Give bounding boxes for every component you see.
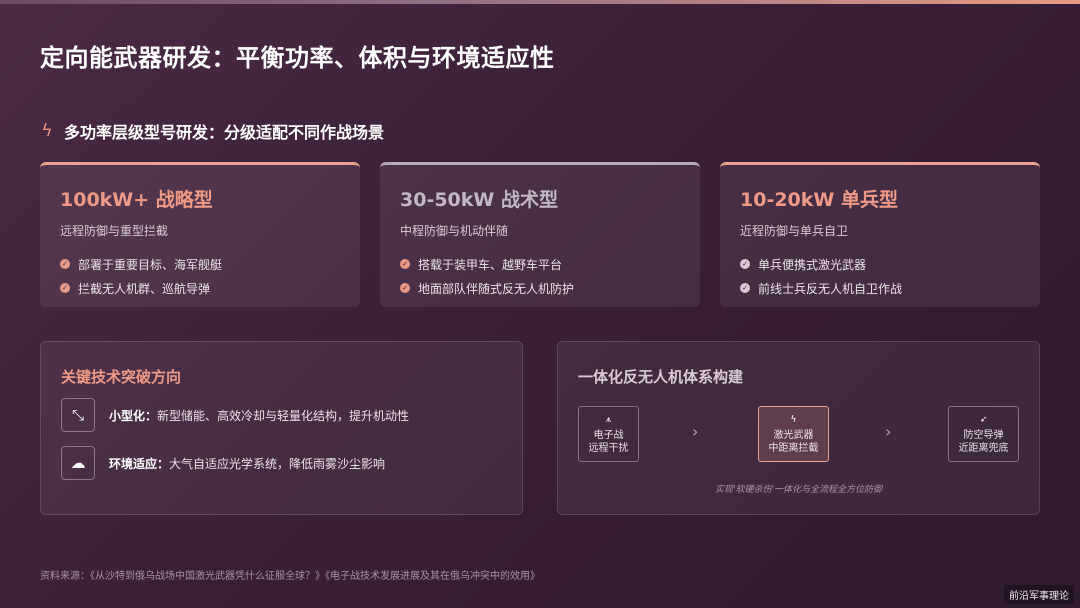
tech-text: 环境适应：大气自适应光学系统，降低雨雾沙尘影响 [109,455,385,472]
list-item: ✓ 前线士兵反无人机自卫作战 [740,276,1020,300]
node-line2: 远程干扰 [588,442,629,454]
tier-subtitle: 中程防御与机动伴随 [400,224,509,238]
system-title: 一体化反无人机体系构建 [578,368,744,386]
flow-node-air-defense-missile: ➶ 防空导弹 近距离兜底 [948,406,1019,462]
tech-item-environment: ☁ 环境适应：大气自适应光学系统，降低雨雾沙尘影响 [61,446,385,480]
tech-desc: 大气自适应光学系统，降低雨雾沙尘影响 [169,456,386,471]
tier-subtitle: 远程防御与重型拦截 [60,224,169,238]
tier-title: 10-20kW 单兵型 [740,189,898,211]
flow-node-laser-weapon: ϟ 激光武器 中距离拦截 [758,406,829,462]
tech-text: 小型化：新型储能、高效冷却与轻量化结构，提升机动性 [109,407,409,424]
tier-title: 30-50kW 战术型 [400,189,558,211]
tier-title: 100kW+ 战略型 [60,189,213,211]
node-line2: 中距离拦截 [768,442,819,454]
tech-label: 环境适应： [109,456,170,471]
bullet-text: 单兵便携式激光武器 [758,257,867,272]
node-line1: 激光武器 [773,429,814,441]
list-item: ✓ 地面部队伴随式反无人机防护 [400,276,680,300]
watermark: 前沿军事理论 [1004,585,1074,604]
breakthrough-panel: 关键技术突破方向 ⤡ 小型化：新型储能、高效冷却与轻量化结构，提升机动性 ☁ 环… [40,341,523,515]
tier-card-tactical: 30-50kW 战术型 中程防御与机动伴随 ✓ 搭载于装甲车、越野车平台 ✓ 地面部… [380,162,700,307]
list-item: ✓ 搭载于装甲车、越野车平台 [400,252,680,276]
antenna-icon: ⩚ [605,414,612,425]
bolt-icon: ϟ [41,121,53,141]
bullet-text: 搭载于装甲车、越野车平台 [418,257,563,272]
page-title: 定向能武器研发：平衡功率、体积与环境适应性 [40,44,555,72]
bolt-icon: ϟ [790,414,797,425]
system-caption: 实现'软硬杀伤'一体化与全流程全方位防御 [715,485,882,495]
bullet-text: 拦截无人机群、巡航导弹 [78,281,211,296]
tech-label: 小型化： [109,408,158,423]
tier-subtitle: 近程防御与单兵自卫 [740,224,849,238]
check-circle-icon: ✓ [740,259,750,269]
source-note: 资料来源：《从沙特到俄乌战场中国激光武器凭什么征服全球？》《电子战技术发展进展及… [40,571,540,582]
tier-card-individual: 10-20kW 单兵型 近程防御与单兵自卫 ✓ 单兵便携式激光武器 ✓ 前线士兵反无… [720,162,1040,307]
breakthrough-title: 关键技术突破方向 [61,368,182,386]
bullet-text: 地面部队伴随式反无人机防护 [418,281,575,296]
tech-item-miniaturization: ⤡ 小型化：新型储能、高效冷却与轻量化结构，提升机动性 [61,398,409,432]
tier-bullet-list: ✓ 搭载于装甲车、越野车平台 ✓ 地面部队伴随式反无人机防护 [400,252,680,300]
node-line2: 近距离兜底 [958,442,1009,454]
top-accent-bar [0,0,1080,4]
list-item: ✓ 部署于重要目标、海军舰艇 [60,252,340,276]
check-circle-icon: ✓ [60,259,70,269]
tier-bullet-list: ✓ 部署于重要目标、海军舰艇 ✓ 拦截无人机群、巡航导弹 [60,252,340,300]
chevron-right-icon: › [692,422,699,441]
check-circle-icon: ✓ [60,283,70,293]
chevron-right-icon: › [885,422,892,441]
check-circle-icon: ✓ [400,259,410,269]
check-circle-icon: ✓ [400,283,410,293]
flow-node-electronic-warfare: ⩚ 电子战 远程干扰 [578,406,639,462]
system-panel: 一体化反无人机体系构建 ⩚ 电子战 远程干扰 › ϟ 激光武器 中距离拦截 › … [557,341,1040,515]
section-heading: ϟ 多功率层级型号研发：分级适配不同作战场景 [40,119,384,143]
node-line1: 电子战 [593,429,624,441]
list-item: ✓ 拦截无人机群、巡航导弹 [60,276,340,300]
bullet-text: 前线士兵反无人机自卫作战 [758,281,903,296]
check-circle-icon: ✓ [740,283,750,293]
node-line1: 防空导弹 [963,429,1004,441]
compress-icon: ⤡ [61,398,95,432]
cloud-sun-icon: ☁ [61,446,95,480]
tier-bullet-list: ✓ 单兵便携式激光武器 ✓ 前线士兵反无人机自卫作战 [740,252,1020,300]
rocket-icon: ➶ [979,414,988,425]
tech-desc: 新型储能、高效冷却与轻量化结构，提升机动性 [157,408,410,423]
tier-card-strategic: 100kW+ 战略型 远程防御与重型拦截 ✓ 部署于重要目标、海军舰艇 ✓ 拦截无人… [40,162,360,307]
list-item: ✓ 单兵便携式激光武器 [740,252,1020,276]
bullet-text: 部署于重要目标、海军舰艇 [78,257,223,272]
section-heading-text: 多功率层级型号研发：分级适配不同作战场景 [64,123,385,142]
